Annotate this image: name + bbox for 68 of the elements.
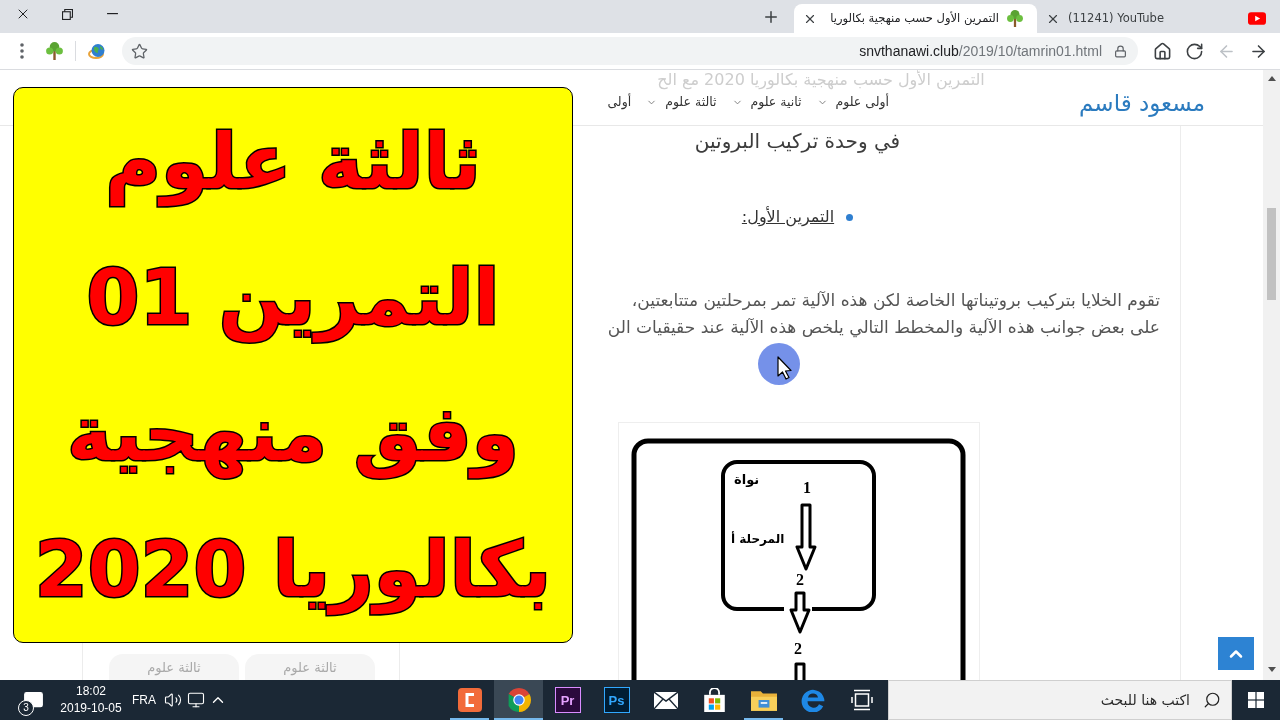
url-text: snvthanawi.club/2019/10/tamrin01.html <box>859 41 1102 61</box>
e-logo-icon <box>800 688 825 712</box>
exercise-heading: التمرين الأول: <box>741 207 835 227</box>
nav-menu-item[interactable]: أولى علوم <box>816 93 890 112</box>
step-number: 1 <box>803 480 811 496</box>
globe-icon <box>88 42 106 60</box>
taskbar-app-button[interactable]: Ps <box>592 680 641 720</box>
scroll-up-icon[interactable] <box>1267 76 1276 81</box>
envelope-icon <box>653 691 678 709</box>
browser-tab[interactable]: (11241) YouTube <box>1037 4 1280 33</box>
article-subtitle: في وحدة تركيب البروتين <box>694 128 901 154</box>
card-title-line: بكالوريا 2020 <box>34 524 552 617</box>
shopping-bag-icon <box>704 688 725 712</box>
reload-icon <box>1184 41 1204 61</box>
browser-tab[interactable]: التمرين الأول حسب منهجية بكالوريا <box>794 4 1037 33</box>
menu-icon <box>20 43 24 59</box>
search-icon <box>1203 691 1221 709</box>
speaker-icon[interactable] <box>164 691 182 709</box>
scrollbar-thumb[interactable] <box>1267 208 1276 300</box>
scroll-down-icon[interactable] <box>1267 667 1276 672</box>
step-number: 2 <box>794 641 802 657</box>
tab-title: التمرين الأول حسب منهجية بكالوريا <box>829 9 999 27</box>
folder-icon <box>750 689 777 711</box>
down-arrow <box>789 591 811 634</box>
task-view-icon <box>850 689 873 711</box>
home-icon <box>1152 41 1172 61</box>
step-number: 2 <box>796 572 804 588</box>
network-icon[interactable] <box>187 691 205 709</box>
nav-menu-item[interactable]: ثالثة علوم <box>646 93 717 112</box>
card-title-line: التمرين 01 <box>86 252 500 345</box>
nav-menu-item[interactable]: ثانية علوم <box>731 93 802 112</box>
clock-button[interactable]: 18:02 2019-10-05 <box>56 680 126 720</box>
input-language-button[interactable]: FRA <box>126 680 162 720</box>
bracket-logo-icon <box>457 688 482 712</box>
phase-label: المرحلة أ <box>731 531 785 547</box>
plus-icon <box>762 8 780 26</box>
browser-logo-icon <box>506 688 531 712</box>
running-indicator <box>450 718 489 720</box>
bookmark-star-icon[interactable] <box>131 42 148 60</box>
cursor-icon <box>758 343 800 385</box>
action-center-button[interactable]: 3 <box>10 680 56 720</box>
card-title-line: وفق منهجية <box>66 388 520 481</box>
taskbar-app-button[interactable]: Pr <box>543 680 592 720</box>
search-field[interactable]: اكتب هنا للبحث <box>888 680 1232 720</box>
app-logo-tile: Pr <box>554 687 581 713</box>
minimize-icon <box>107 13 118 15</box>
scrollbar[interactable] <box>1263 70 1280 680</box>
lock-icon <box>1114 44 1127 58</box>
tree-icon <box>1007 10 1023 27</box>
windows-logo-icon <box>1248 692 1264 708</box>
scroll-to-top-button[interactable] <box>1218 637 1254 670</box>
site-brand[interactable]: مسعود قاسم <box>1079 87 1205 118</box>
paragraph-line: على بعض جوانب هذه الآلية والمخطط التالي يلخص هذه الآلية عند حقيقيات الن <box>607 316 1160 340</box>
nucleus-label: نواة <box>734 472 760 488</box>
running-indicator <box>744 718 783 720</box>
paragraph-line: تقوم الخلايا بتركيب بروتيناتها الخاصة لكن هذه الآلية تمر بمرحلتين متتابعتين، <box>631 289 1160 313</box>
card-title-line: ثالثة علوم <box>105 116 481 209</box>
tree-icon <box>45 42 63 60</box>
tab-title: (11241) YouTube <box>1068 9 1165 27</box>
down-arrow <box>795 503 817 571</box>
address-bar[interactable]: snvthanawi.club/2019/10/tamrin01.html <box>122 37 1138 65</box>
notification-badge: 3 <box>18 700 34 716</box>
running-indicator <box>494 718 543 720</box>
play-logo-icon <box>1248 12 1266 25</box>
restore-icon <box>62 8 73 20</box>
nav-menu-item[interactable]: أولى <box>607 93 632 112</box>
bullet-icon <box>846 213 854 221</box>
app-logo-tile: Ps <box>603 687 630 713</box>
